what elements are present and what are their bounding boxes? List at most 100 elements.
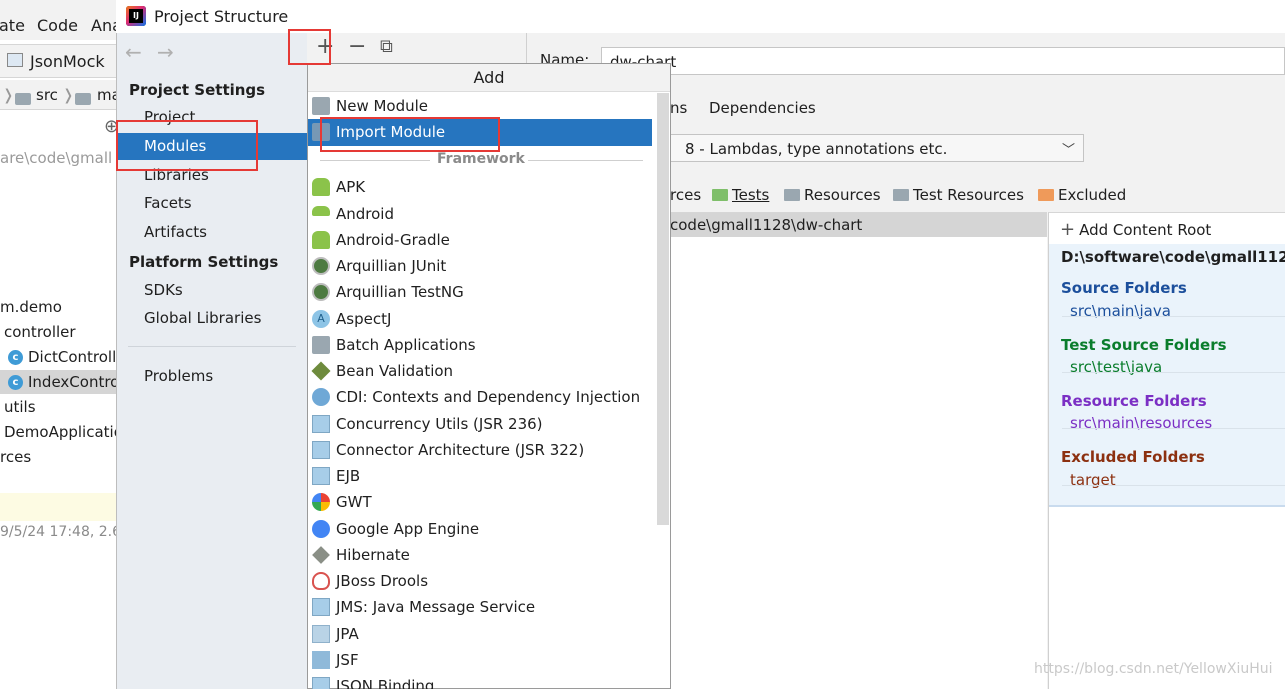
jsf-icon [312, 650, 330, 669]
arquillian-icon [312, 282, 330, 301]
framework-item-jms[interactable]: JMS: Java Message Service [312, 594, 535, 620]
module-name-field[interactable]: dw-chart [601, 47, 1285, 75]
excluded-folder-path[interactable]: target [1070, 471, 1116, 489]
framework-item-cdi[interactable]: CDI: Contexts and Dependency Injection [312, 384, 640, 410]
chevron-down-icon: ﹀ [1061, 143, 1075, 158]
highlight-import-module [320, 117, 500, 152]
menu-item-navigate[interactable]: ate [0, 16, 25, 35]
framework-item-arquillian-testng[interactable]: Arquillian TestNG [312, 279, 464, 305]
tree-item[interactable]: controller [4, 320, 76, 344]
tree-item[interactable]: utils [4, 395, 36, 419]
content-tree-root[interactable]: code\gmall1128\dw-chart [670, 213, 1047, 237]
framework-item-apk[interactable]: APK [312, 174, 365, 200]
tree-item[interactable]: m.demo [0, 295, 62, 319]
tab-dependencies[interactable]: Dependencies [709, 99, 816, 117]
framework-item-ejb[interactable]: EJB [312, 463, 360, 489]
resources-folder-icon [784, 188, 800, 201]
nav-item-sdks[interactable]: SDKs [144, 281, 183, 299]
android-icon [312, 205, 330, 216]
add-popup-title: Add [308, 64, 670, 92]
framework-item-connector-architecture[interactable]: Connector Architecture (JSR 322) [312, 437, 584, 463]
test-resources-folder-icon [893, 188, 909, 201]
test-folder-icon [712, 188, 728, 201]
tree-item-label: controller [4, 323, 76, 341]
mark-resources[interactable]: Resources [784, 186, 881, 204]
framework-item-batch-applications[interactable]: Batch Applications [312, 332, 476, 358]
framework-item-android[interactable]: Android [312, 201, 394, 227]
breadcrumb-item[interactable]: ma [97, 86, 116, 104]
breadcrumb: ❭ src ❭ ma [0, 80, 116, 110]
plus-icon: + [1060, 219, 1076, 240]
nav-item-artifacts[interactable]: Artifacts [144, 223, 207, 241]
language-level-select[interactable]: 8 - Lambdas, type annotations etc. ﹀ [670, 134, 1084, 162]
test-source-folder-path[interactable]: src\test\java [1070, 358, 1162, 376]
intellij-logo-icon: IJ [126, 6, 146, 26]
back-arrow-icon[interactable]: ← [125, 40, 142, 64]
arquillian-icon [312, 256, 330, 275]
framework-item-json-binding[interactable]: JSON Binding [312, 673, 434, 689]
framework-item-concurrency-utils[interactable]: Concurrency Utils (JSR 236) [312, 411, 543, 437]
menu-item-analyze[interactable]: Ana [91, 16, 116, 35]
drools-icon [312, 571, 330, 590]
jar-icon [312, 440, 330, 459]
mark-tests[interactable]: Tests [712, 186, 769, 204]
mark-test-resources[interactable]: Test Resources [893, 186, 1024, 204]
framework-item-jpa[interactable]: JPA [312, 621, 359, 647]
framework-item-arquillian-junit[interactable]: Arquillian JUnit [312, 253, 446, 279]
nav-item-global-libraries[interactable]: Global Libraries [144, 309, 261, 327]
source-folder-path[interactable]: src\main\java [1070, 302, 1171, 320]
jar-icon [312, 597, 330, 616]
breadcrumb-item[interactable]: src [36, 86, 58, 104]
nav-divider [128, 346, 296, 347]
tree-item[interactable]: c DictControll [8, 345, 116, 369]
jar-icon [312, 676, 330, 689]
forward-arrow-icon[interactable]: → [157, 40, 174, 64]
tree-item[interactable]: rces [0, 445, 31, 469]
framework-item-android-gradle[interactable]: Android-Gradle [312, 227, 450, 253]
framework-item-hibernate[interactable]: Hibernate [312, 542, 410, 568]
tree-item-label: DemoApplicatio [4, 423, 116, 441]
bean-validation-icon [311, 360, 331, 381]
project-settings-header: Project Settings [129, 81, 266, 99]
highlight-add-button [288, 29, 331, 65]
popup-scrollbar[interactable] [657, 93, 669, 525]
folder-icon [15, 89, 31, 105]
tree-item[interactable]: DemoApplicatio [4, 420, 116, 444]
folder-icon [312, 335, 330, 354]
project-tab[interactable]: JsonMock [30, 52, 105, 71]
framework-item-aspectj[interactable]: A AspectJ [312, 306, 391, 332]
framework-item-gwt[interactable]: GWT [312, 489, 372, 515]
nav-item-problems[interactable]: Problems [144, 367, 213, 385]
ide-background-window: ate Code Ana JsonMock ❭ src ❭ ma ⊕ are\c… [0, 0, 116, 689]
resource-folder-path[interactable]: src\main\resources [1070, 414, 1212, 432]
class-icon: c [8, 350, 23, 365]
android-icon [312, 230, 330, 249]
tree-item-label: rces [0, 448, 32, 466]
android-icon [312, 177, 330, 196]
mark-excluded[interactable]: Excluded [1038, 186, 1126, 204]
watermark: https://blog.csdn.net/YellowXiuHui [1034, 661, 1273, 677]
menu-item-code[interactable]: Code [37, 16, 78, 35]
copy-icon[interactable]: ⧉ [380, 36, 393, 58]
tree-item-selected[interactable]: c IndexContro [0, 370, 116, 394]
add-content-root-button[interactable]: + Add Content Root [1060, 219, 1211, 240]
tree-item-label: m.demo [0, 298, 62, 316]
toolbar-divider [526, 33, 527, 63]
tab-paths[interactable]: ns [670, 99, 687, 117]
framework-item-jboss-drools[interactable]: JBoss Drools [312, 568, 428, 594]
framework-item-google-app-engine[interactable]: Google App Engine [312, 516, 479, 542]
nav-item-facets[interactable]: Facets [144, 194, 192, 212]
folder-icon [75, 89, 91, 105]
remove-icon[interactable]: − [348, 36, 366, 58]
framework-item-jsf[interactable]: JSF [312, 647, 359, 673]
content-tree[interactable] [670, 212, 1047, 689]
source-folders-title: Source Folders [1061, 279, 1187, 297]
jpa-icon [312, 624, 330, 643]
test-source-folders-title: Test Source Folders [1061, 336, 1227, 354]
mark-sources[interactable]: rces [670, 186, 701, 204]
target-icon[interactable]: ⊕ [104, 116, 116, 137]
module-toolbar [307, 33, 527, 64]
framework-item-bean-validation[interactable]: Bean Validation [311, 358, 453, 384]
new-module-item[interactable]: New Module [312, 93, 428, 119]
tree-item-label: DictControll [28, 348, 116, 366]
